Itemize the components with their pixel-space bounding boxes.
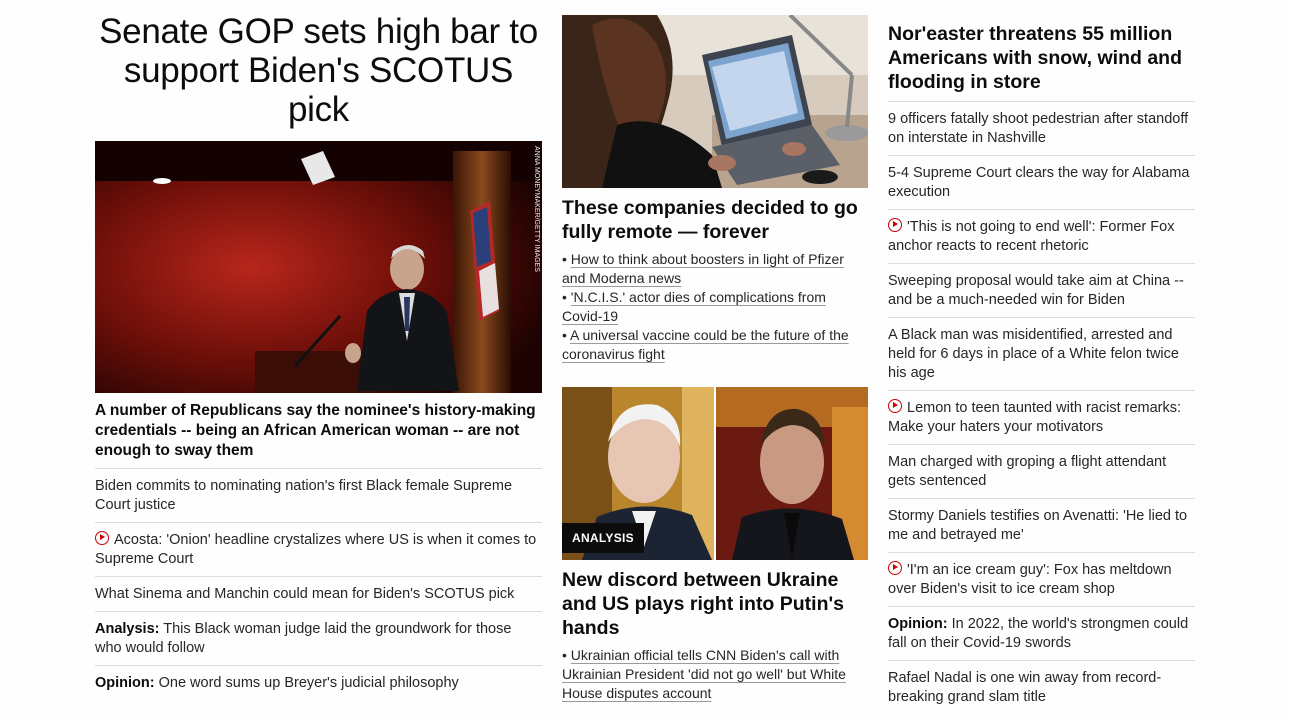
middle-column: These companies decided to go fully remo… (562, 15, 868, 703)
list-item[interactable]: Lemon to teen taunted with racist remark… (888, 391, 1195, 445)
list-item[interactable]: 5-4 Supreme Court clears the way for Ala… (888, 156, 1195, 210)
top-story-subheadline[interactable]: A number of Republicans say the nominee'… (95, 401, 542, 469)
list-item-text: A Black man was misidentified, arrested … (888, 327, 1179, 381)
laptop-photo (562, 15, 868, 188)
play-video-icon (888, 218, 902, 232)
bullet-link[interactable]: • How to think about boosters in light o… (562, 250, 868, 288)
list-item-text: Man charged with groping a flight attend… (888, 454, 1167, 489)
biden-zelensky-image[interactable]: ANALYSIS (562, 387, 868, 560)
ukraine-headline[interactable]: New discord between Ukraine and US plays… (562, 568, 868, 640)
left-column: Senate GOP sets high bar to support Bide… (95, 12, 542, 700)
opinion-label: Opinion: (95, 675, 155, 691)
list-item-text: One word sums up Breyer's judicial philo… (154, 675, 459, 691)
bullet-link[interactable]: • A universal vaccine could be the futur… (562, 326, 868, 364)
list-item[interactable]: Sweeping proposal would take aim at Chin… (888, 264, 1195, 318)
list-item[interactable]: Acosta: 'Onion' headline crystalizes whe… (95, 523, 542, 577)
list-item[interactable]: Rafael Nadal is one win away from record… (888, 661, 1195, 714)
list-item[interactable]: Man charged with groping a flight attend… (888, 445, 1195, 499)
remote-work-bullets: • How to think about boosters in light o… (562, 250, 868, 364)
list-item[interactable]: A Black man was misidentified, arrested … (888, 318, 1195, 391)
remote-work-headline[interactable]: These companies decided to go fully remo… (562, 196, 868, 244)
list-item[interactable]: Opinion: One word sums up Breyer's judic… (95, 666, 542, 700)
play-video-icon (95, 531, 109, 545)
top-story-image[interactable]: ANNA MONEYMAKER/GETTY IMAGES (95, 141, 542, 393)
list-item-text: 5-4 Supreme Court clears the way for Ala… (888, 165, 1190, 200)
list-item[interactable]: 'I'm an ice cream guy': Fox has meltdown… (888, 553, 1195, 607)
bullet-link[interactable]: • 'N.C.I.S.' actor dies of complications… (562, 288, 868, 326)
list-item-text: What Sinema and Manchin could mean for B… (95, 586, 515, 602)
opinion-label: Opinion: (888, 616, 948, 632)
remote-work-image[interactable] (562, 15, 868, 188)
analysis-label: Analysis: (95, 621, 160, 637)
list-item-text: Biden commits to nominating nation's fir… (95, 478, 513, 513)
play-video-icon (888, 561, 902, 575)
list-item[interactable]: Opinion: In 2022, the world's strongmen … (888, 607, 1195, 661)
list-item[interactable]: Biden commits to nominating nation's fir… (95, 469, 542, 523)
image-credit: ANNA MONEYMAKER/GETTY IMAGES (533, 146, 540, 272)
list-item[interactable]: 9 officers fatally shoot pedestrian afte… (888, 102, 1195, 156)
play-video-icon (888, 399, 902, 413)
top-story-headline[interactable]: Senate GOP sets high bar to support Bide… (95, 12, 542, 129)
list-item[interactable]: Stormy Daniels testifies on Avenatti: 'H… (888, 499, 1195, 553)
list-item-text: 'This is not going to end well': Former … (888, 219, 1175, 254)
list-item-text: Lemon to teen taunted with racist remark… (888, 400, 1182, 435)
senate-press-photo: ANNA MONEYMAKER/GETTY IMAGES (95, 141, 542, 393)
analysis-badge: ANALYSIS (562, 523, 644, 553)
list-item[interactable]: What Sinema and Manchin could mean for B… (95, 577, 542, 612)
list-item-text: 'I'm an ice cream guy': Fox has meltdown… (888, 562, 1172, 597)
left-related-list: Biden commits to nominating nation's fir… (95, 469, 542, 700)
list-item-text: Stormy Daniels testifies on Avenatti: 'H… (888, 508, 1188, 543)
ukraine-bullets: • Ukrainian official tells CNN Biden's c… (562, 646, 868, 703)
right-headline-list: 9 officers fatally shoot pedestrian afte… (888, 102, 1195, 714)
list-item-text: Acosta: 'Onion' headline crystalizes whe… (95, 532, 537, 567)
list-item-text: 9 officers fatally shoot pedestrian afte… (888, 111, 1189, 146)
list-item-text: Rafael Nadal is one win away from record… (888, 670, 1162, 705)
right-column: Nor'easter threatens 55 million American… (888, 22, 1195, 714)
list-item[interactable]: 'This is not going to end well': Former … (888, 210, 1195, 264)
list-item-text: Sweeping proposal would take aim at Chin… (888, 273, 1184, 308)
bullet-link[interactable]: • Ukrainian official tells CNN Biden's c… (562, 646, 868, 703)
noreaster-headline[interactable]: Nor'easter threatens 55 million American… (888, 22, 1195, 102)
list-item[interactable]: Analysis: This Black woman judge laid th… (95, 612, 542, 666)
